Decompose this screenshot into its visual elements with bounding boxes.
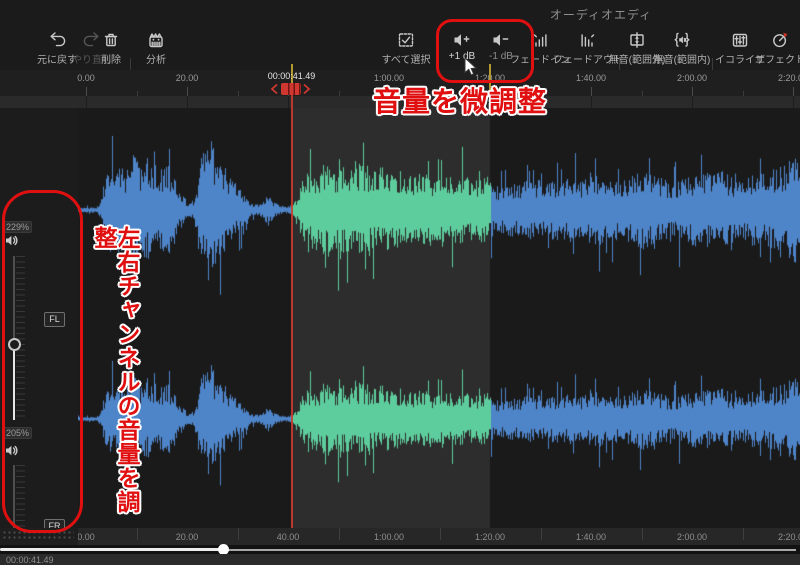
bottom-ruler-time-label: 2:00.00 — [676, 532, 708, 542]
bottom-timeline-ruler[interactable]: 0.00 20.00 40.00 1:00.00 1:20.00 1:40.00 2:00.… — [77, 528, 800, 545]
select-all-label: すべて選択 — [381, 55, 431, 66]
timeline-ruler-band[interactable] — [0, 96, 800, 108]
ruler-band-tick — [793, 96, 794, 108]
delete-label: 削除 — [101, 55, 121, 66]
toolbar: 元に戻す やり直し 削除 分析 すべて選択 +1 dB -1 dB フェードイン… — [0, 25, 800, 80]
bottom-ruler-tick — [338, 528, 340, 540]
ruler-band-tick — [389, 96, 390, 108]
ruler-time-label: 1:40.00 — [575, 73, 607, 83]
ruler-major-tick — [389, 87, 390, 96]
ruler-time-label: 20.00 — [175, 73, 199, 83]
silence-inside-button[interactable]: 無音(範囲内) — [650, 29, 714, 70]
effects-button[interactable]: エフェクト — [748, 29, 800, 70]
panel-bottom — [0, 528, 78, 545]
fl-volume-percent: 229% — [3, 221, 33, 233]
bottom-ruler-time-label: 1:20.00 — [474, 532, 506, 542]
scrubber-left-arrow-icon[interactable] — [270, 83, 278, 95]
fr-speaker-icon[interactable] — [5, 444, 19, 457]
fl-slider-track[interactable] — [13, 256, 15, 341]
ruler-time-label: 2:20.00 — [777, 73, 800, 83]
silence-inside-icon — [672, 29, 692, 50]
playhead-line[interactable] — [291, 94, 293, 528]
bottom-ruler-tick — [540, 528, 542, 540]
bottom-ruler-tick — [237, 528, 239, 540]
ruler-major-tick — [591, 87, 592, 96]
status-time: 00:00:41.49 — [6, 555, 54, 565]
fl-channel-badge: FL — [44, 312, 65, 327]
bottom-ruler-tick — [439, 528, 441, 540]
grip-dots — [2, 530, 74, 540]
ruler-band-tick — [591, 96, 592, 108]
fr-volume-percent: 205% — [3, 427, 33, 439]
seek-strip[interactable] — [0, 544, 800, 555]
effects-label: エフェクト — [755, 55, 800, 66]
fl-speaker-icon[interactable] — [5, 234, 19, 247]
effects-dial-icon — [770, 29, 790, 50]
ruler-time-label: 1:00.00 — [373, 73, 405, 83]
bottom-ruler-time-label: 0.00 — [77, 532, 95, 542]
scrubber-right-arrow-icon[interactable] — [303, 83, 311, 95]
equalizer-icon — [730, 29, 750, 50]
fade-out-icon — [578, 29, 598, 50]
ruler-band-tick — [86, 96, 87, 108]
select-all-button[interactable]: すべて選択 — [374, 29, 438, 70]
audio-editor-window: オーディオエディター 元に戻す やり直し 削除 — [0, 0, 800, 565]
trash-icon — [101, 29, 121, 50]
seek-line-filled[interactable] — [0, 548, 224, 551]
ruler-major-tick — [692, 87, 693, 96]
ruler-band-tick — [692, 96, 693, 108]
bottom-ruler-time-label: 40.00 — [276, 532, 300, 542]
analyze-button[interactable]: 分析 — [124, 29, 188, 70]
ruler-major-tick — [793, 87, 794, 96]
ruler-band-tick — [288, 96, 289, 108]
silence-outside-icon — [627, 29, 647, 50]
waveform-view[interactable] — [78, 108, 800, 528]
analyze-icon — [146, 29, 166, 50]
bottom-ruler-tick — [742, 528, 744, 540]
timeline-ruler[interactable]: 0.0020.001:00.001:20.001:40.002:00.002:2… — [0, 70, 800, 96]
bottom-ruler-time-label: 20.00 — [175, 532, 199, 542]
channel-panel: 229% FL 205% FR — [0, 108, 78, 565]
seek-line[interactable] — [224, 548, 796, 551]
analyze-label: 分析 — [146, 55, 166, 66]
bottom-ruler-time-label: 2:20.00 — [777, 532, 800, 542]
ruler-major-tick — [86, 87, 87, 96]
bottom-ruler-tick — [136, 528, 138, 540]
bottom-ruler-time-label: 1:40.00 — [575, 532, 607, 542]
status-bar: 00:00:41.49 — [0, 554, 800, 565]
ruler-major-tick — [187, 87, 188, 96]
bottom-ruler-time-label: 1:00.00 — [373, 532, 405, 542]
select-all-icon — [396, 29, 416, 50]
fl-volume-slider-handle[interactable] — [7, 338, 21, 351]
current-time-label: 00:00:41.49 — [267, 71, 316, 81]
ruler-time-label: 0.00 — [77, 73, 95, 83]
silence-inside-label: 無音(範囲内) — [653, 55, 711, 66]
titlebar: オーディオエディター — [0, 0, 800, 39]
ruler-band-tick — [187, 96, 188, 108]
selection-end-marker[interactable] — [489, 64, 491, 108]
fl-slider-track-filled[interactable] — [12, 350, 15, 420]
waveform-canvas[interactable] — [78, 108, 800, 528]
ruler-time-label: 2:00.00 — [676, 73, 708, 83]
bottom-ruler-tick — [641, 528, 643, 540]
fade-in-icon — [530, 29, 550, 50]
